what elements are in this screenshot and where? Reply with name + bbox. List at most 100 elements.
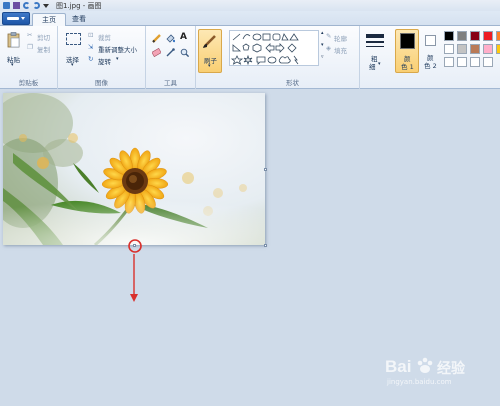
shapes-group: ▴ ▾ ▿ ✎ 轮廓 ◈ 填充 形状 [226,26,360,89]
palette-swatch-orange[interactable] [496,31,500,41]
undo-icon[interactable] [23,2,30,9]
clipboard-group: 粘贴 ▾ ✂ 剪切 ❐ 复制 剪贴板 [0,26,58,89]
rotate-icon: ↻ [88,55,94,63]
expand-icon: ▿ [321,54,324,60]
outline-button[interactable]: ✎ 轮廓 [326,32,358,43]
copy-label: 复制 [37,46,50,54]
chevron-down-icon: ▾ [378,61,381,67]
chevron-down-icon: ▾ [116,56,119,62]
rotate-label: 旋转 [98,58,111,66]
app-icon[interactable] [3,2,10,9]
customize-qa-icon[interactable] [43,3,49,8]
palette-swatch-empty[interactable] [444,57,454,67]
size-button[interactable]: 粗 细 ▾ [364,31,386,73]
shapes-group-label: 形状 [286,79,299,87]
color1-swatch [400,33,415,49]
resize-handle-right[interactable] [264,168,267,171]
crop-icon: ⊡ [88,31,94,39]
ribbon: 粘贴 ▾ ✂ 剪切 ❐ 复制 剪贴板 选择 ▾ ⊡ 裁剪 ⇲ 重新调整大小 ↻ … [0,26,500,89]
cut-label: 剪切 [37,34,50,42]
fill-button[interactable]: ◈ 填充 [326,44,358,55]
quick-access-toolbar [3,2,52,9]
menu-icon [7,17,19,20]
watermark-brand: Bai [385,357,412,376]
scissors-icon: ✂ [27,31,33,39]
color-picker-icon[interactable] [166,48,175,57]
watermark-brand-suffix: 经验 [437,361,465,377]
palette-swatch-gray[interactable] [457,31,467,41]
magnifier-icon[interactable] [180,48,189,57]
palette-swatch-brown[interactable] [470,44,480,54]
copy-button[interactable]: ❐ 复制 [27,43,55,54]
tab-home[interactable]: 主页 [32,13,66,27]
palette-swatch-empty[interactable] [483,57,493,67]
color2-button[interactable]: 颜 色 2 [421,29,441,73]
chevron-down-icon: ▾ [321,42,324,48]
palette-swatch-empty[interactable] [457,57,467,67]
brushes-button[interactable]: 刷子 ▾ [198,29,222,73]
chevron-down-icon: ▾ [208,63,211,69]
ribbon-tab-bar: 主页 查看 [0,11,500,27]
palette-swatch-light-gray[interactable] [457,44,467,54]
fill-icon: ◈ [326,44,331,52]
save-icon[interactable] [13,2,20,9]
resize-label: 重新调整大小 [98,46,137,54]
image-group: 选择 ▾ ⊡ 裁剪 ⇲ 重新调整大小 ↻ 旋转 ▾ 图像 [58,26,146,89]
copy-icon: ❐ [27,43,33,51]
line-thin-icon [366,46,384,47]
color1-label-bottom: 色 1 [401,63,414,71]
image-group-label: 图像 [95,79,108,87]
file-menu-button[interactable] [2,12,30,25]
outline-label: 轮廓 [334,35,347,43]
paste-button[interactable]: 粘贴 ▾ [5,30,23,72]
color-palette [444,31,500,75]
resize-button[interactable]: ⇲ 重新调整大小 [88,43,144,54]
redo-icon[interactable] [33,2,40,9]
fill-label: 填充 [334,47,347,55]
line-medium-icon [366,41,384,43]
sunflower-photo [3,93,265,245]
fill-bucket-icon[interactable] [166,34,175,43]
rotate-button[interactable]: ↻ 旋转 ▾ [88,55,128,66]
cut-button[interactable]: ✂ 剪切 [27,31,55,42]
baidu-watermark: Bai 经验 jingyan.baidu.com [385,357,495,391]
crop-label: 裁剪 [98,34,111,42]
shapes-gallery[interactable] [229,30,319,66]
palette-swatch-pink[interactable] [483,44,493,54]
color2-swatch [425,35,436,46]
paste-icon [7,32,20,48]
tools-group: A 工具 [146,26,196,89]
palette-swatch-dark-red[interactable] [470,31,480,41]
chevron-down-icon: ▾ [11,62,14,68]
resize-icon: ⇲ [88,43,94,51]
palette-swatch-white[interactable] [444,44,454,54]
chevron-down-icon [21,17,25,20]
window-title: 图1.jpg - 画图 [56,1,102,10]
watermark-url: jingyan.baidu.com [387,378,452,386]
crop-button[interactable]: ⊡ 裁剪 [88,31,128,42]
text-tool-icon[interactable]: A [180,32,187,42]
title-bar: 图1.jpg - 画图 [0,0,500,11]
canvas-area[interactable]: Bai 经验 jingyan.baidu.com [0,89,500,406]
select-icon [66,33,81,45]
paw-icon [417,357,433,373]
brush-icon [203,35,216,48]
pencil-icon[interactable] [152,34,161,43]
palette-swatch-red[interactable] [483,31,493,41]
line-thick-icon [366,34,384,38]
resize-handle-corner[interactable] [264,244,267,247]
palette-swatch-gold[interactable] [496,44,500,54]
palette-swatch-black[interactable] [444,31,454,41]
palette-swatch-empty[interactable] [470,57,480,67]
annotation-arrow [128,239,142,302]
tab-view[interactable]: 查看 [63,13,95,27]
select-button[interactable]: 选择 ▾ [64,30,84,72]
canvas-image[interactable] [3,93,265,245]
chevron-up-icon: ▴ [321,30,324,36]
clipboard-group-label: 剪贴板 [18,79,39,87]
chevron-down-icon: ▾ [71,62,74,68]
outline-icon: ✎ [326,32,332,40]
eraser-icon[interactable] [152,48,161,57]
color1-button[interactable]: 颜 色 1 [395,29,419,73]
color2-label-bottom: 色 2 [424,62,437,70]
